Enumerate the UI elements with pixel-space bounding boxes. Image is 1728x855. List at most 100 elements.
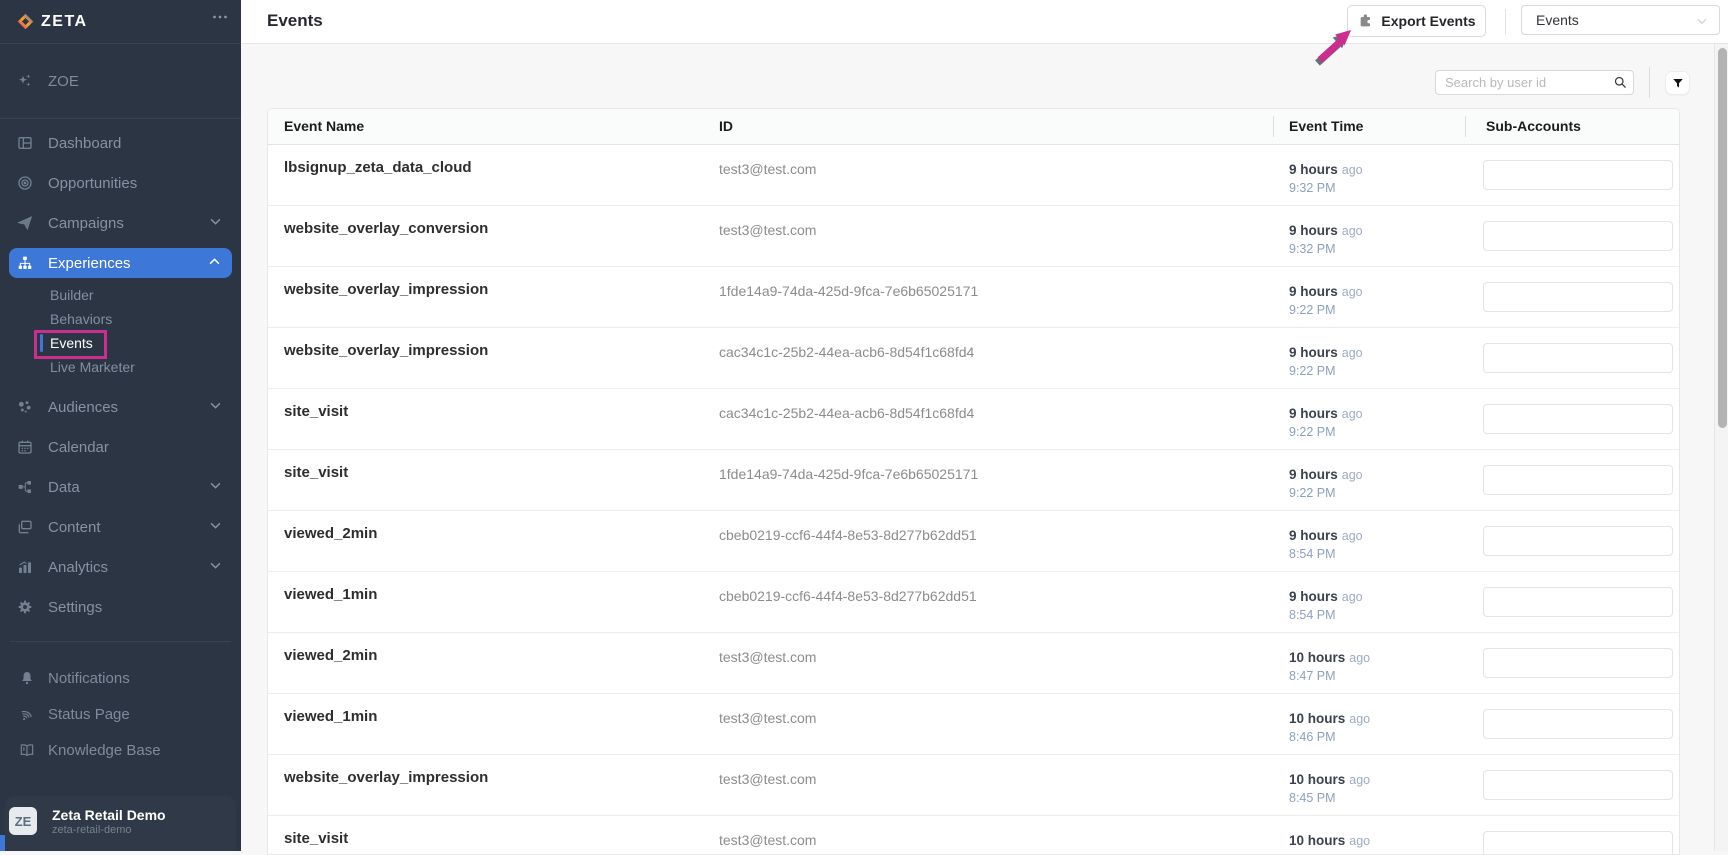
account-switcher[interactable]: ZE Zeta Retail Demo zeta-retail-demo	[5, 796, 236, 851]
sidebar-subitem-label: Live Marketer	[50, 359, 135, 375]
sidebar-item-label: Experiences	[48, 255, 131, 272]
export-events-button[interactable]: Export Events	[1347, 5, 1486, 37]
sidebar-item-label: Content	[48, 519, 101, 536]
org-chart-icon	[17, 255, 33, 271]
sidebar-item-knowledge-base[interactable]: Knowledge Base	[0, 732, 241, 768]
scrollbar-thumb[interactable]	[1718, 48, 1727, 428]
sidebar-item-label: Settings	[48, 599, 102, 616]
chevron-down-icon	[210, 402, 221, 409]
event-name-cell: viewed_2min	[284, 647, 377, 664]
event-time-relative: 9 hours	[1289, 223, 1338, 238]
event-name-cell: website_overlay_impression	[284, 769, 488, 786]
search-input[interactable]	[1436, 75, 1606, 90]
puzzle-icon	[1357, 13, 1373, 29]
sidebar-item-analytics[interactable]: Analytics	[0, 547, 241, 587]
event-id-cell: 1fde14a9-74da-425d-9fca-7e6b65025171	[719, 283, 978, 299]
gear-icon	[17, 599, 33, 615]
event-type-dropdown-value: Events	[1536, 12, 1579, 28]
sidebar-subitem-events[interactable]: Events	[0, 331, 241, 355]
sidebar-item-zoe[interactable]: ZOE	[0, 44, 241, 119]
event-name-cell: site_visit	[284, 830, 348, 847]
event-time-cell: 9 hoursago 9:22 PM	[1289, 467, 1363, 501]
sub-accounts-box[interactable]	[1483, 526, 1673, 556]
event-time-cell: 9 hoursago 8:54 PM	[1289, 589, 1363, 623]
sidebar-subitem-builder[interactable]: Builder	[0, 283, 241, 307]
sidebar-item-notifications[interactable]: Notifications	[0, 660, 241, 696]
sub-accounts-box[interactable]	[1483, 587, 1673, 617]
event-time-absolute: 8:45 PM	[1289, 791, 1370, 806]
table-row[interactable]: viewed_1min test3@test.com 10 hoursago 8…	[268, 693, 1679, 754]
sidebar-item-settings[interactable]: Settings	[0, 587, 241, 627]
table-row[interactable]: site_visit cac34c1c-25b2-44ea-acb6-8d54f…	[268, 388, 1679, 449]
event-id-cell: 1fde14a9-74da-425d-9fca-7e6b65025171	[719, 466, 978, 482]
sub-accounts-box[interactable]	[1483, 160, 1673, 190]
chevron-up-icon	[209, 258, 220, 265]
sidebar-subitem-live-marketer[interactable]: Live Marketer	[0, 355, 241, 379]
sidebar-item-audiences[interactable]: Audiences	[0, 387, 241, 427]
event-id-cell: cac34c1c-25b2-44ea-acb6-8d54f1c68fd4	[719, 344, 974, 360]
event-type-dropdown[interactable]: Events	[1521, 5, 1720, 35]
table-row[interactable]: website_overlay_conversion test3@test.co…	[268, 205, 1679, 266]
sidebar-item-data[interactable]: Data	[0, 467, 241, 507]
event-id-cell: test3@test.com	[719, 649, 816, 665]
sub-accounts-box[interactable]	[1483, 709, 1673, 739]
event-time-cell: 10 hoursago 8:45 PM	[1289, 772, 1370, 806]
sidebar-subitem-behaviors[interactable]: Behaviors	[0, 307, 241, 331]
sidebar-item-label: Analytics	[48, 559, 108, 576]
event-id-cell: test3@test.com	[719, 832, 816, 848]
sidebar-item-label: Data	[48, 479, 80, 496]
event-time-relative: 9 hours	[1289, 345, 1338, 360]
table-row[interactable]: viewed_1min cbeb0219-ccf6-44f4-8e53-8d27…	[268, 571, 1679, 632]
event-time-cell: 9 hoursago 9:22 PM	[1289, 345, 1363, 379]
sidebar-menu-ellipsis-icon[interactable]	[212, 14, 228, 20]
event-name-cell: website_overlay_impression	[284, 281, 488, 298]
table-row[interactable]: website_overlay_impression test3@test.co…	[268, 754, 1679, 815]
event-name-cell: website_overlay_impression	[284, 342, 488, 359]
sub-accounts-box[interactable]	[1483, 831, 1673, 855]
search-icon[interactable]	[1606, 71, 1633, 94]
event-time-relative: 10 hours	[1289, 772, 1345, 787]
event-time-ago-label: ago	[1342, 285, 1363, 299]
event-time-ago-label: ago	[1342, 407, 1363, 421]
event-time-ago-label: ago	[1349, 712, 1370, 726]
event-time-absolute: 9:32 PM	[1289, 242, 1363, 257]
table-row[interactable]: site_visit 1fde14a9-74da-425d-9fca-7e6b6…	[268, 449, 1679, 510]
table-row[interactable]: website_overlay_impression 1fde14a9-74da…	[268, 266, 1679, 327]
table-row[interactable]: viewed_2min test3@test.com 10 hoursago 8…	[268, 632, 1679, 693]
table-row[interactable]: site_visit test3@test.com 10 hoursago 8:…	[268, 815, 1679, 855]
sub-accounts-box[interactable]	[1483, 465, 1673, 495]
brand-name: ZETA	[41, 13, 88, 31]
event-id-cell: cbeb0219-ccf6-44f4-8e53-8d277b62dd51	[719, 527, 977, 543]
search-box	[1435, 70, 1634, 95]
events-table: Event Name ID Event Time Sub-Accounts lb…	[267, 108, 1680, 855]
sidebar-subitem-label: Builder	[50, 287, 94, 303]
event-id-cell: cbeb0219-ccf6-44f4-8e53-8d277b62dd51	[719, 588, 977, 604]
sub-accounts-box[interactable]	[1483, 404, 1673, 434]
event-time-absolute: 9:22 PM	[1289, 364, 1363, 379]
sidebar-item-calendar[interactable]: Calendar	[0, 427, 241, 467]
book-icon	[19, 742, 35, 758]
sub-accounts-box[interactable]	[1483, 770, 1673, 800]
table-row[interactable]: lbsignup_zeta_data_cloud test3@test.com …	[268, 145, 1679, 205]
sidebar-item-status-page[interactable]: Status Page	[0, 696, 241, 732]
sidebar-item-experiences[interactable]: Experiences	[9, 248, 232, 278]
chevron-down-icon	[210, 218, 221, 225]
event-name-cell: site_visit	[284, 403, 348, 420]
event-time-ago-label: ago	[1342, 590, 1363, 604]
sidebar-item-label: ZOE	[48, 73, 79, 90]
table-row[interactable]: website_overlay_impression cac34c1c-25b2…	[268, 327, 1679, 388]
sub-accounts-box[interactable]	[1483, 343, 1673, 373]
sidebar-item-dashboard[interactable]: Dashboard	[0, 123, 241, 163]
chevron-down-icon	[210, 562, 221, 569]
sub-accounts-box[interactable]	[1483, 282, 1673, 312]
sidebar-item-content[interactable]: Content	[0, 507, 241, 547]
sub-accounts-box[interactable]	[1483, 648, 1673, 678]
filter-button[interactable]	[1665, 71, 1690, 95]
sidebar: ZETA ZOE Dashboard Opportunities	[0, 0, 241, 851]
sub-accounts-box[interactable]	[1483, 221, 1673, 251]
table-row[interactable]: viewed_2min cbeb0219-ccf6-44f4-8e53-8d27…	[268, 510, 1679, 571]
event-time-ago-label: ago	[1342, 163, 1363, 177]
sidebar-item-opportunities[interactable]: Opportunities	[0, 163, 241, 203]
event-time-cell: 10 hoursago 8:47 PM	[1289, 650, 1370, 684]
sidebar-item-campaigns[interactable]: Campaigns	[0, 203, 241, 243]
